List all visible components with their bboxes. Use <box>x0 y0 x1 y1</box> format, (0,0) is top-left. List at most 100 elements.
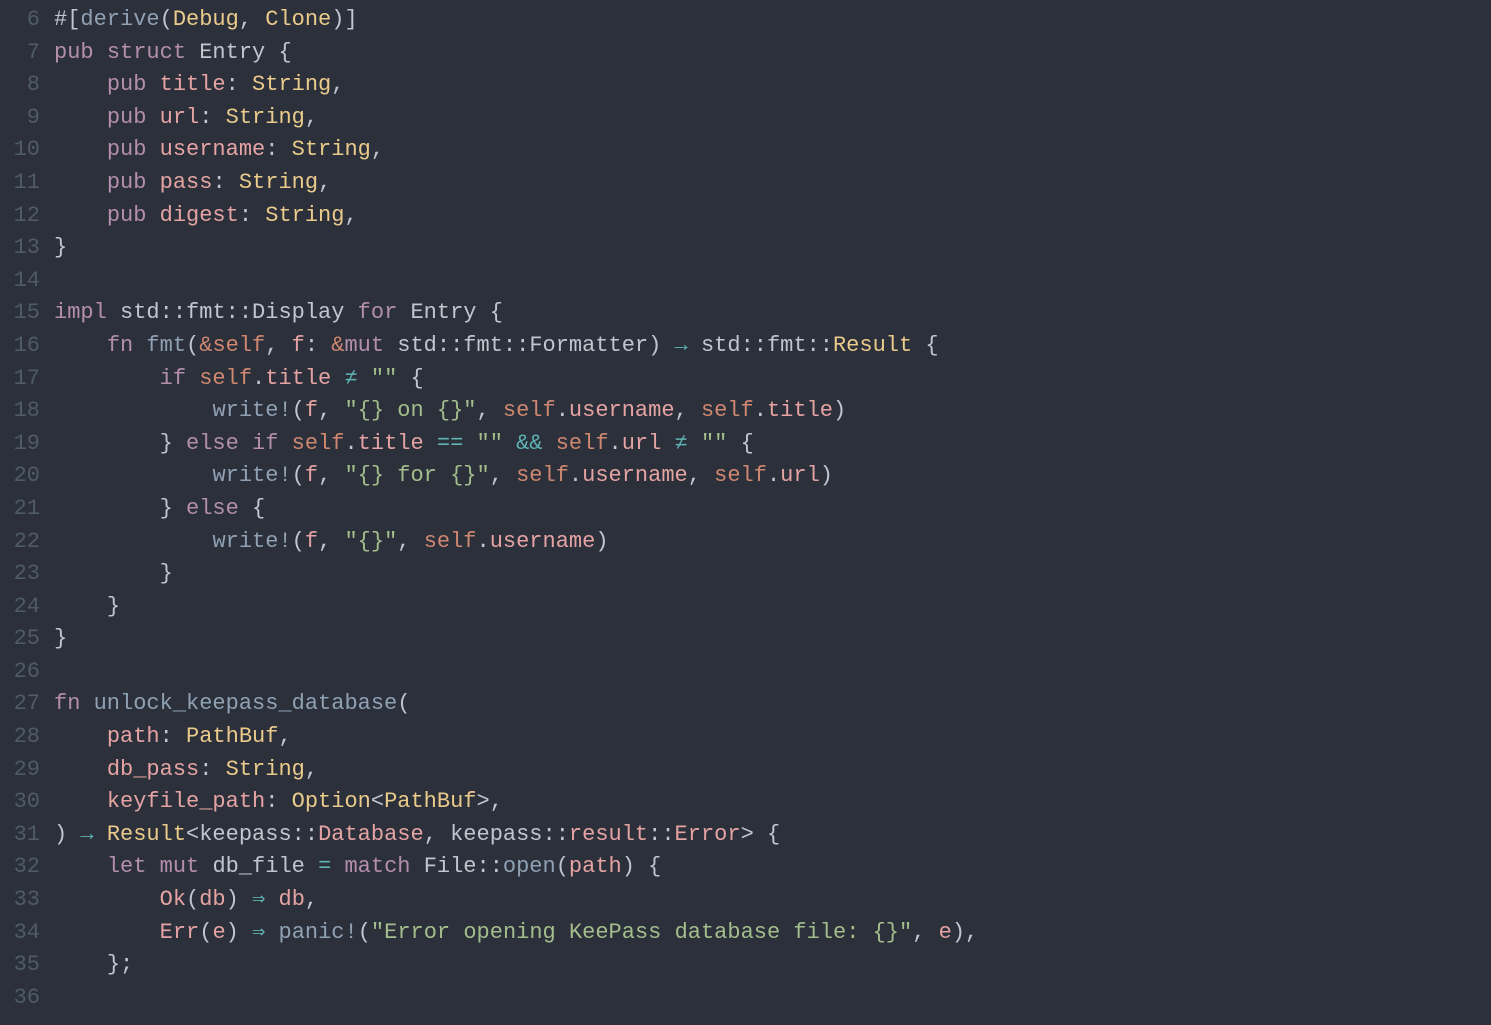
code-line[interactable] <box>54 982 978 1015</box>
line-number: 27 <box>0 688 40 721</box>
token-punct: , <box>490 463 516 488</box>
token-plain: fmt <box>186 300 226 325</box>
code-line[interactable]: write!(f, "{}", self.username) <box>54 526 978 559</box>
token-typ: String <box>226 105 305 130</box>
code-area[interactable]: #[derive(Debug, Clone)]pub struct Entry … <box>48 0 978 1025</box>
code-line[interactable]: pub username: String, <box>54 134 978 167</box>
token-typ: Result <box>833 333 925 358</box>
code-line[interactable]: } else if self.title == "" && self.url ≠… <box>54 428 978 461</box>
code-line[interactable]: ) → Result<keepass::Database, keepass::r… <box>54 819 978 852</box>
token-plain: Entry <box>410 300 489 325</box>
token-plain: keepass <box>199 822 291 847</box>
code-line[interactable]: pub title: String, <box>54 69 978 102</box>
token-arrow: ⇒ <box>252 887 278 912</box>
token-plain <box>54 203 107 228</box>
token-ident: title <box>767 398 833 423</box>
line-number: 18 <box>0 395 40 428</box>
token-kw: let <box>107 854 160 879</box>
token-kw: pub <box>107 170 160 195</box>
token-ident: username <box>490 529 596 554</box>
code-line[interactable]: write!(f, "{} on {}", self.username, sel… <box>54 395 978 428</box>
token-enumv: Err <box>160 920 200 945</box>
token-plain: fmt <box>767 333 807 358</box>
code-line[interactable]: Err(e) ⇒ panic!("Error opening KeePass d… <box>54 917 978 950</box>
token-punct: . <box>569 463 582 488</box>
code-line[interactable]: Ok(db) ⇒ db, <box>54 884 978 917</box>
code-line[interactable]: pub struct Entry { <box>54 37 978 70</box>
token-plain: std <box>120 300 160 325</box>
code-line[interactable]: } <box>54 591 978 624</box>
line-number: 7 <box>0 37 40 70</box>
line-number: 32 <box>0 851 40 884</box>
token-plain <box>54 333 107 358</box>
token-kw: else if <box>186 431 292 456</box>
token-punct: : <box>160 724 186 749</box>
token-punct: ) <box>595 529 608 554</box>
token-punct: { <box>278 40 291 65</box>
token-punct: ( <box>397 691 410 716</box>
code-line[interactable]: keyfile_path: Option<PathBuf>, <box>54 786 978 819</box>
token-punct: ), <box>952 920 978 945</box>
token-kw: pub <box>107 105 160 130</box>
token-punct: , <box>371 137 384 162</box>
token-arrow: → <box>80 822 106 847</box>
token-plain <box>54 887 160 912</box>
code-line[interactable]: fn unlock_keepass_database( <box>54 688 978 721</box>
code-line[interactable]: let mut db_file = match File::open(path)… <box>54 851 978 884</box>
code-line[interactable]: pub pass: String, <box>54 167 978 200</box>
token-punct: :: <box>160 300 186 325</box>
token-punct: : <box>265 789 291 814</box>
code-line[interactable]: #[derive(Debug, Clone)] <box>54 4 978 37</box>
code-line[interactable]: fn fmt(&self, f: &mut std::fmt::Formatte… <box>54 330 978 363</box>
token-ident: Database <box>318 822 424 847</box>
line-number: 17 <box>0 363 40 396</box>
code-line[interactable]: pub url: String, <box>54 102 978 135</box>
token-plain <box>54 170 107 195</box>
line-number: 9 <box>0 102 40 135</box>
token-plain <box>54 105 107 130</box>
code-line[interactable]: impl std::fmt::Display for Entry { <box>54 297 978 330</box>
token-kw: match <box>344 854 423 879</box>
token-punct: , <box>424 822 450 847</box>
token-fnname: open <box>503 854 556 879</box>
token-kw: mut <box>344 333 397 358</box>
code-line[interactable]: } <box>54 558 978 591</box>
code-line[interactable]: } <box>54 623 978 656</box>
token-selfkw: self <box>424 529 477 554</box>
token-ident: username <box>582 463 688 488</box>
token-plain <box>54 366 160 391</box>
token-punct: : <box>226 72 252 97</box>
token-str: "" <box>477 431 517 456</box>
token-punct: . <box>252 366 265 391</box>
token-punct: { <box>490 300 503 325</box>
line-number: 19 <box>0 428 40 461</box>
token-plain: Formatter <box>529 333 648 358</box>
code-line[interactable]: db_pass: String, <box>54 754 978 787</box>
code-line[interactable]: path: PathBuf, <box>54 721 978 754</box>
line-number: 30 <box>0 786 40 819</box>
token-punct: :: <box>477 854 503 879</box>
line-number: 12 <box>0 200 40 233</box>
code-line[interactable]: } <box>54 232 978 265</box>
token-punct: :: <box>741 333 767 358</box>
code-line[interactable]: if self.title ≠ "" { <box>54 363 978 396</box>
code-line[interactable]: write!(f, "{} for {}", self.username, se… <box>54 460 978 493</box>
token-typ: String <box>226 757 305 782</box>
token-selfkw: self <box>212 333 265 358</box>
token-punct: . <box>767 463 780 488</box>
token-plain <box>54 854 107 879</box>
token-punct: ) <box>648 333 674 358</box>
code-editor[interactable]: 6789101112131415161718192021222324252627… <box>0 0 1491 1025</box>
token-opspecial: ≠ <box>344 366 370 391</box>
code-line[interactable] <box>54 656 978 689</box>
code-line[interactable] <box>54 265 978 298</box>
code-line[interactable]: } else { <box>54 493 978 526</box>
code-line[interactable]: pub digest: String, <box>54 200 978 233</box>
code-line[interactable]: }; <box>54 949 978 982</box>
token-kw: if <box>160 366 200 391</box>
token-ident: title <box>160 72 226 97</box>
token-plain <box>54 594 107 619</box>
token-punct: , <box>344 203 357 228</box>
token-kw: for <box>358 300 411 325</box>
token-ident: path <box>107 724 160 749</box>
